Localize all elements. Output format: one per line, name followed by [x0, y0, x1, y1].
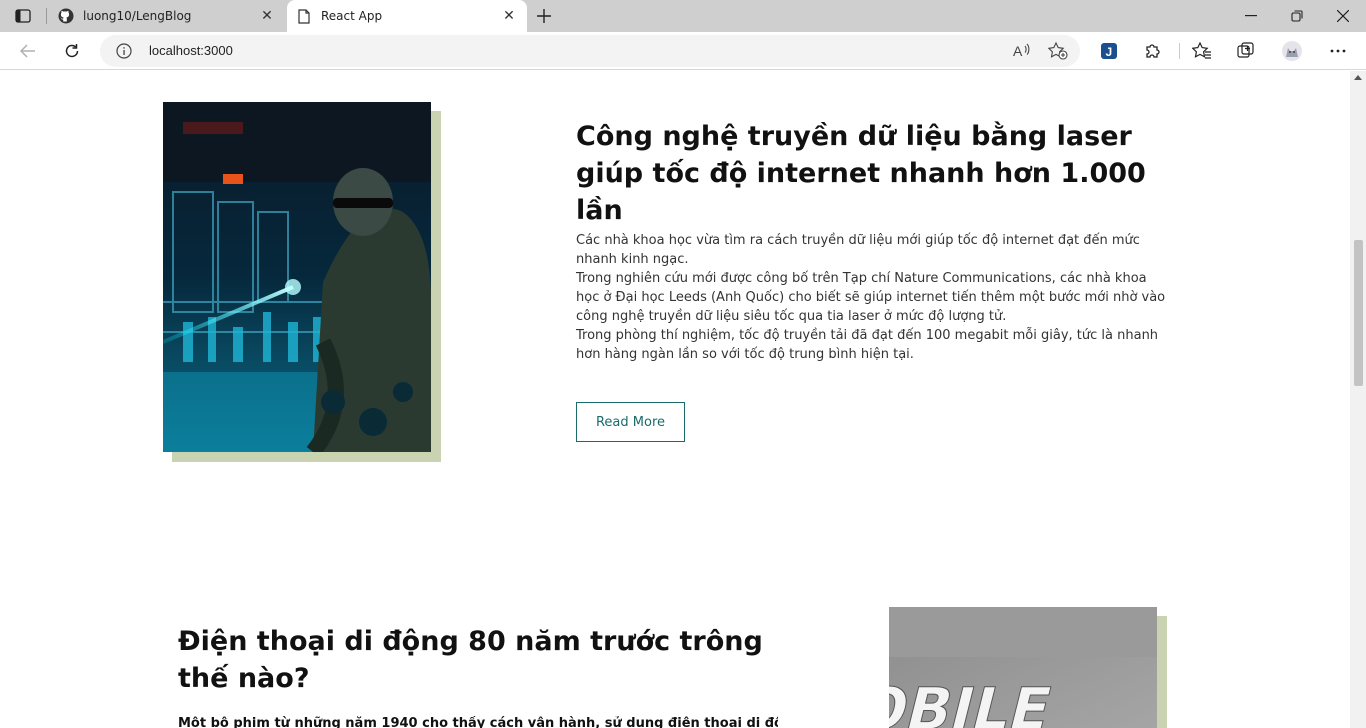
browser-toolbar: localhost:3000 A J: [0, 32, 1366, 70]
close-window-icon[interactable]: [1320, 0, 1366, 32]
refresh-icon[interactable]: [57, 36, 87, 66]
tab-separator: [46, 8, 47, 24]
profile-avatar[interactable]: [1277, 36, 1307, 66]
minimize-icon[interactable]: [1228, 0, 1274, 32]
scroll-up-icon[interactable]: [1354, 75, 1362, 80]
article-paragraph: Trong nghiên cứu mới được công bố trên T…: [576, 271, 1166, 324]
svg-text:J: J: [1106, 45, 1113, 59]
close-tab-icon[interactable]: ✕: [499, 6, 519, 26]
read-more-button[interactable]: Read More: [576, 402, 685, 442]
article-title[interactable]: Điện thoại di động 80 năm trước trông th…: [178, 623, 778, 697]
favorites-icon[interactable]: [1187, 36, 1217, 66]
tab-title: React App: [321, 9, 383, 23]
info-icon[interactable]: [116, 43, 132, 59]
article-paragraph: Trong phòng thí nghiệm, tốc độ truyền tả…: [576, 328, 1159, 362]
tab-title: luong10/LengBlog: [83, 9, 192, 23]
article-body: Các nhà khoa học vừa tìm ra cách truyền …: [576, 231, 1168, 364]
add-favorite-icon[interactable]: [1048, 41, 1068, 61]
github-icon: [58, 8, 74, 24]
back-icon[interactable]: [13, 36, 43, 66]
close-tab-icon[interactable]: ✕: [257, 6, 277, 26]
mobile-sign-text: OBILE: [889, 675, 1059, 728]
article-image-laser[interactable]: [162, 102, 431, 457]
tab-github[interactable]: luong10/LengBlog ✕: [49, 0, 285, 32]
new-tab-icon[interactable]: [533, 5, 555, 27]
toolbar-divider: [1179, 43, 1180, 59]
scrollbar-thumb[interactable]: [1354, 240, 1363, 386]
url-text: localhost:3000: [149, 43, 233, 58]
more-options-icon[interactable]: [1323, 36, 1353, 66]
tab-bar: luong10/LengBlog ✕ React App ✕: [0, 0, 1366, 32]
restore-icon[interactable]: [1274, 0, 1320, 32]
article-image-mobile[interactable]: OBILE: [889, 607, 1157, 728]
page-viewport: Công nghệ truyền dữ liệu bằng laser giúp…: [0, 71, 1350, 728]
article-paragraph: Các nhà khoa học vừa tìm ra cách truyền …: [576, 233, 1140, 267]
read-aloud-icon[interactable]: A: [1012, 41, 1032, 61]
extension-j-icon[interactable]: J: [1094, 36, 1124, 66]
tab-react-app[interactable]: React App ✕: [287, 0, 527, 32]
svg-text:A: A: [1013, 43, 1023, 59]
page-icon: [296, 8, 312, 24]
tab-actions-icon[interactable]: [10, 6, 36, 26]
scrollbar[interactable]: [1350, 71, 1366, 728]
article-title[interactable]: Công nghệ truyền dữ liệu bằng laser giúp…: [576, 118, 1166, 229]
address-bar[interactable]: localhost:3000 A: [100, 35, 1080, 67]
extensions-puzzle-icon[interactable]: [1138, 36, 1168, 66]
collections-icon[interactable]: [1231, 36, 1261, 66]
article-teaser: Một bộ phim từ những năm 1940 cho thấy c…: [178, 716, 778, 728]
